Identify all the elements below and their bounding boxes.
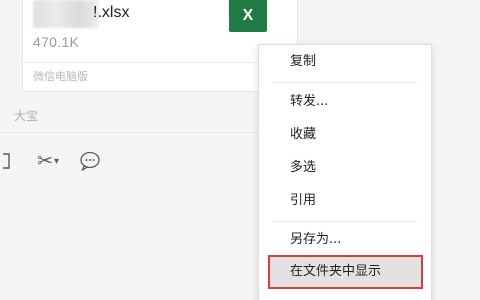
sender-name: 大宝 [14, 109, 39, 123]
menu-separator [273, 221, 417, 222]
input-area-divider [0, 132, 260, 133]
folder-icon[interactable] [0, 150, 14, 172]
file-message-card[interactable]: !.xlsx 470.1K 微信电脑版 X [22, 0, 298, 92]
scissors-icon[interactable]: ✂ ▾ [34, 150, 62, 172]
file-source: 微信电脑版 [33, 70, 88, 83]
menu-item-save-as[interactable]: 另存为... [259, 223, 431, 257]
menu-item-favorite[interactable]: 收藏 [259, 118, 431, 152]
excel-icon: X [229, 0, 267, 32]
file-name: !.xlsx [93, 4, 130, 21]
menu-separator [273, 82, 417, 83]
menu-item-show-in-folder[interactable]: 在文件夹中显示 [268, 255, 422, 289]
chat-bubble-icon[interactable] [78, 150, 102, 172]
redacted-filename-area [33, 0, 99, 28]
context-menu: 复制 转发... 收藏 多选 引用 另存为... 在文件夹中显示 [258, 44, 432, 300]
menu-item-copy[interactable]: 复制 [259, 45, 431, 79]
menu-item-forward[interactable]: 转发... [259, 85, 431, 119]
card-divider [23, 62, 297, 63]
excel-icon-letter: X [242, 7, 254, 24]
chat-window: !.xlsx 470.1K 微信电脑版 X 大宝 ✂ ▾ 复制 转发... 收藏 … [0, 0, 480, 300]
menu-item-multiselect[interactable]: 多选 [259, 151, 431, 185]
menu-item-quote[interactable]: 引用 [259, 184, 431, 218]
file-size: 470.1K [33, 34, 80, 50]
